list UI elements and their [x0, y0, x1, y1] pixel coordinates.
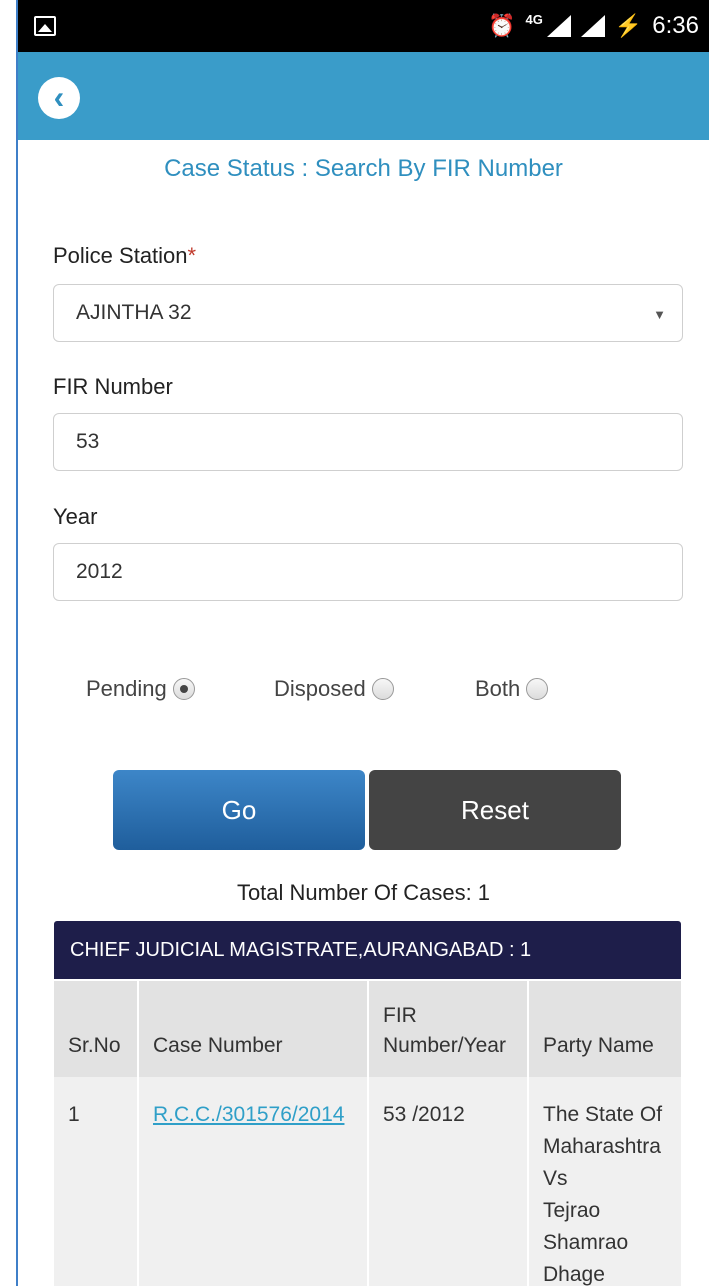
radio-disposed[interactable]: Disposed [274, 676, 394, 702]
alarm-icon: ⏰ [488, 13, 516, 38]
cell-case-number: R.C.C./301576/2014 [138, 1077, 369, 1286]
column-header-sr-no: Sr.No [54, 981, 139, 1077]
radio-selected-icon [172, 678, 195, 700]
case-type-radio-group: Pending Disposed Both [18, 676, 709, 712]
cell-fir-number-year: 53 /2012 [368, 1077, 529, 1286]
results-table: Sr.No Case Number FIR Number/Year Party … [54, 981, 681, 1286]
page-title: Case Status : Search By FIR Number [164, 155, 563, 182]
fir-number-value: 53 [76, 430, 100, 453]
status-time: 6:36 [652, 12, 699, 39]
radio-unselected-icon [371, 678, 394, 700]
year-label: Year [53, 504, 98, 529]
required-mark: * [187, 243, 197, 268]
fir-number-label: FIR Number [53, 374, 173, 399]
go-button[interactable]: Go [113, 770, 365, 850]
frame-border [16, 0, 18, 1286]
dropdown-arrow-icon: ▼ [653, 307, 666, 322]
column-header-fir-number-year: FIR Number/Year [368, 981, 529, 1077]
column-header-party-name: Party Name [528, 981, 681, 1077]
column-header-case-number: Case Number [138, 981, 369, 1077]
total-cases-text: Total Number Of Cases: 1 [236, 880, 491, 905]
table-header-row: Sr.No Case Number FIR Number/Year Party … [54, 981, 681, 1077]
radio-unselected-icon [526, 678, 549, 700]
fir-number-input[interactable]: 53 [53, 413, 683, 471]
app-header: ‹ [18, 52, 709, 140]
back-button[interactable]: ‹ [38, 77, 80, 119]
year-input[interactable]: 2012 [53, 543, 683, 601]
chevron-left-icon: ‹ [53, 79, 65, 115]
signal-icon [580, 15, 605, 37]
cell-sr-no: 1 [54, 1077, 139, 1286]
table-row: 1 R.C.C./301576/2014 53 /2012 The State … [54, 1077, 681, 1286]
police-station-select[interactable]: AJINTHA 32 ▼ [53, 284, 683, 342]
police-station-value: AJINTHA 32 [76, 301, 192, 324]
case-number-link[interactable]: R.C.C./301576/2014 [153, 1103, 344, 1126]
court-header: CHIEF JUDICIAL MAGISTRATE,AURANGABAD : 1 [54, 921, 681, 979]
radio-pending[interactable]: Pending [86, 676, 195, 702]
police-station-label: Police Station* [53, 243, 197, 268]
status-bar: ⏰ 4G ⚡ 6:36 [18, 0, 709, 52]
year-value: 2012 [76, 560, 123, 583]
signal-icon [546, 15, 571, 37]
image-icon [34, 16, 56, 36]
signal-4g-icon: 4G [525, 12, 543, 27]
radio-both[interactable]: Both [475, 676, 549, 702]
app-screen: ⏰ 4G ⚡ 6:36 ‹ Case Status : Search By FI… [0, 0, 709, 1286]
reset-button[interactable]: Reset [369, 770, 621, 850]
battery-charging-icon: ⚡ [614, 13, 643, 38]
status-icons: ⏰ 4G ⚡ 6:36 [488, 10, 699, 42]
cell-party-name: The State Of Maharashtra Vs Tejrao Shamr… [528, 1077, 681, 1286]
